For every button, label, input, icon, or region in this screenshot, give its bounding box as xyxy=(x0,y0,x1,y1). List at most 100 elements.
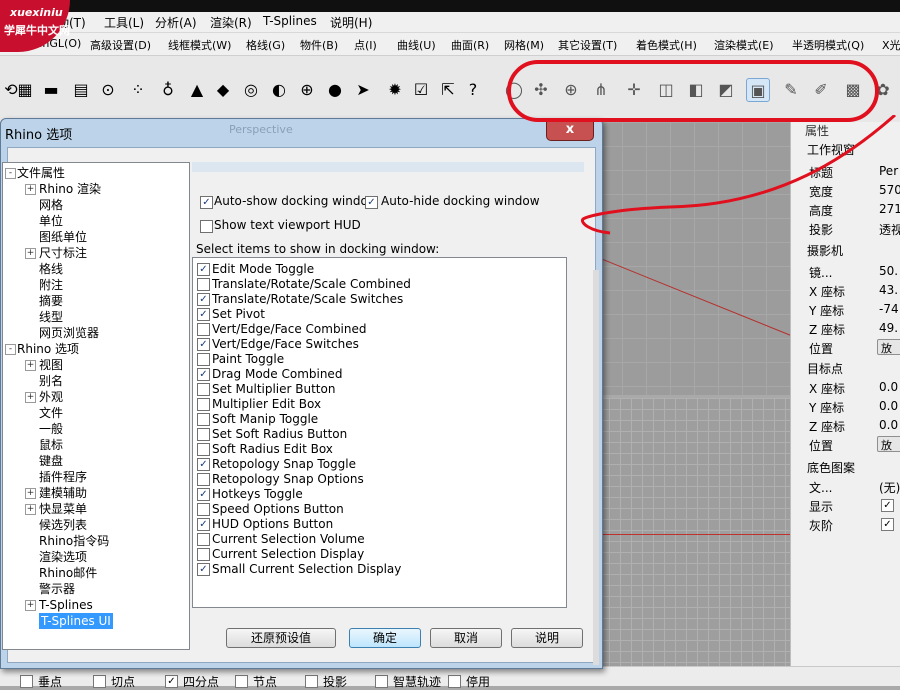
property-value[interactable]: 50. xyxy=(879,264,898,278)
item-checkbox[interactable] xyxy=(197,443,210,456)
property-place-button[interactable]: 放 xyxy=(877,339,900,355)
target-icon[interactable]: ⊙ xyxy=(97,78,119,100)
property-value[interactable]: 0.0 xyxy=(879,399,898,413)
cursor-icon[interactable]: ➤ xyxy=(352,78,374,100)
menu-item[interactable]: 工具(L) xyxy=(104,14,144,31)
car-icon[interactable]: ▬ xyxy=(40,78,62,100)
property-place-button[interactable]: 放 xyxy=(877,436,900,452)
lightbulb-icon[interactable]: ♁ xyxy=(157,78,179,100)
menu-item[interactable]: 格线(G) xyxy=(246,37,285,53)
menu-item[interactable]: 点(I) xyxy=(354,37,377,53)
menu-item[interactable]: 曲线(U) xyxy=(397,37,436,53)
osnap-checkbox[interactable] xyxy=(448,675,461,688)
item-checkbox[interactable] xyxy=(197,353,210,366)
lock-icon[interactable]: ▲ xyxy=(186,78,208,100)
property-checkbox[interactable]: ✓ xyxy=(881,518,894,531)
item-checkbox[interactable] xyxy=(197,548,210,561)
menu-item[interactable]: 物件(B) xyxy=(300,37,338,53)
item-checkbox[interactable]: ✓ xyxy=(197,488,210,501)
item-checkbox[interactable]: ✓ xyxy=(197,518,210,531)
osnap-checkbox[interactable] xyxy=(375,675,388,688)
menu-item[interactable]: X光 xyxy=(882,37,900,53)
tree-item[interactable]: 附注 xyxy=(39,277,63,293)
tree-expander-icon[interactable]: + xyxy=(25,360,36,371)
menu-item[interactable]: 说明(H) xyxy=(330,14,372,31)
menu-item[interactable]: 曲面(R) xyxy=(451,37,489,53)
menu-item[interactable]: 线框模式(W) xyxy=(168,37,231,53)
menu-item[interactable]: 分析(A) xyxy=(155,14,197,31)
osnap-checkbox[interactable] xyxy=(93,675,106,688)
cancel-button[interactable]: 取消 xyxy=(430,628,502,648)
item-checkbox[interactable] xyxy=(197,413,210,426)
item-checkbox[interactable] xyxy=(197,323,210,336)
osnap-checkbox[interactable] xyxy=(20,675,33,688)
item-checkbox[interactable]: ✓ xyxy=(197,338,210,351)
tree-item[interactable]: 网页浏览器 xyxy=(39,325,99,341)
tree-item[interactable]: 外观 xyxy=(39,389,63,405)
tree-item[interactable]: 一般 xyxy=(39,421,63,437)
tree-item[interactable]: 插件程序 xyxy=(39,469,87,485)
globe-icon[interactable]: ⊕ xyxy=(296,78,318,100)
property-value[interactable]: 0.0 xyxy=(879,380,898,394)
menu-item[interactable]: T-Splines xyxy=(263,14,317,28)
grid-icon[interactable]: ▦ xyxy=(14,78,36,100)
item-checkbox[interactable] xyxy=(197,278,210,291)
tree-item[interactable]: 线型 xyxy=(39,309,63,325)
tree-expander-icon[interactable]: + xyxy=(25,248,36,259)
auto-show-checkbox[interactable]: ✓ xyxy=(200,196,213,209)
tree-expander-icon[interactable]: - xyxy=(5,168,16,179)
tree-item[interactable]: Rhino 选项 xyxy=(17,341,79,357)
tree-item[interactable]: Rhino 渲染 xyxy=(39,181,101,197)
tree-item[interactable]: 文件属性 xyxy=(17,165,65,181)
item-checkbox[interactable] xyxy=(197,533,210,546)
tree-item[interactable]: 警示器 xyxy=(39,581,75,597)
item-checkbox[interactable]: ✓ xyxy=(197,263,210,276)
tree-item[interactable]: 候选列表 xyxy=(39,517,87,533)
menu-item[interactable]: 其它设置(T) xyxy=(558,37,617,53)
options-icon[interactable]: ☑ xyxy=(410,78,432,100)
tree-item[interactable]: T-Splines UI xyxy=(39,613,113,629)
tree-item[interactable]: 视图 xyxy=(39,357,63,373)
tree-expander-icon[interactable]: + xyxy=(25,504,36,515)
tree-item[interactable]: 图纸单位 xyxy=(39,229,87,245)
tree-item[interactable]: 摘要 xyxy=(39,293,63,309)
resize-icon[interactable]: ⇱ xyxy=(437,78,459,100)
item-checkbox[interactable] xyxy=(197,503,210,516)
item-checkbox[interactable]: ✓ xyxy=(197,458,210,471)
auto-hide-checkbox[interactable]: ✓ xyxy=(365,196,378,209)
property-value[interactable]: -74 xyxy=(879,302,899,316)
property-checkbox[interactable]: ✓ xyxy=(881,499,894,512)
tree-item[interactable]: 尺寸标注 xyxy=(39,245,87,261)
tree-item[interactable]: 渲染选项 xyxy=(39,549,87,565)
tree-expander-icon[interactable]: + xyxy=(25,392,36,403)
plane-icon[interactable]: ▤ xyxy=(70,78,92,100)
scrollbar[interactable] xyxy=(593,270,599,665)
help-icon[interactable]: ? xyxy=(462,78,484,100)
tree-item[interactable]: Rhino指令码 xyxy=(39,533,109,549)
ball-icon[interactable]: ● xyxy=(324,78,346,100)
viewport-top[interactable] xyxy=(598,398,790,666)
item-checkbox[interactable]: ✓ xyxy=(197,308,210,321)
options-tree[interactable]: - 文件属性 + Rhino 渲染 网格 单位 图纸单位 + 尺寸标注 格线 附注 摘要 线型 网页浏览器… xyxy=(2,162,190,650)
menu-item[interactable]: 半透明模式(Q) xyxy=(792,37,864,53)
osnap-checkbox[interactable] xyxy=(305,675,318,688)
sphere-wire-icon[interactable]: ◐ xyxy=(268,78,290,100)
item-checkbox[interactable]: ✓ xyxy=(197,563,210,576)
menu-item[interactable]: 渲染模式(E) xyxy=(714,37,774,53)
tree-item[interactable]: 鼠标 xyxy=(39,437,63,453)
show-hud-checkbox[interactable] xyxy=(200,220,213,233)
layer-icon[interactable]: ◆ xyxy=(212,78,234,100)
tree-item[interactable]: T-Splines xyxy=(39,597,93,613)
item-checkbox[interactable] xyxy=(197,383,210,396)
gear-icon[interactable]: ✹ xyxy=(384,78,406,100)
tree-expander-icon[interactable]: + xyxy=(25,600,36,611)
property-value[interactable]: 0.0 xyxy=(879,418,898,432)
ok-button[interactable]: 确定 xyxy=(349,628,421,648)
points-icon[interactable]: ⁘ xyxy=(127,78,149,100)
tree-item[interactable]: 快显菜单 xyxy=(39,501,87,517)
color-wheel-icon[interactable]: ◎ xyxy=(240,78,262,100)
menu-item[interactable]: 网格(M) xyxy=(504,37,544,53)
menu-item[interactable]: 着色模式(H) xyxy=(636,37,697,53)
tree-item[interactable]: 文件 xyxy=(39,405,63,421)
docking-items-list[interactable]: ✓ Edit Mode Toggle Translate/Rotate/Scale … xyxy=(192,257,567,608)
